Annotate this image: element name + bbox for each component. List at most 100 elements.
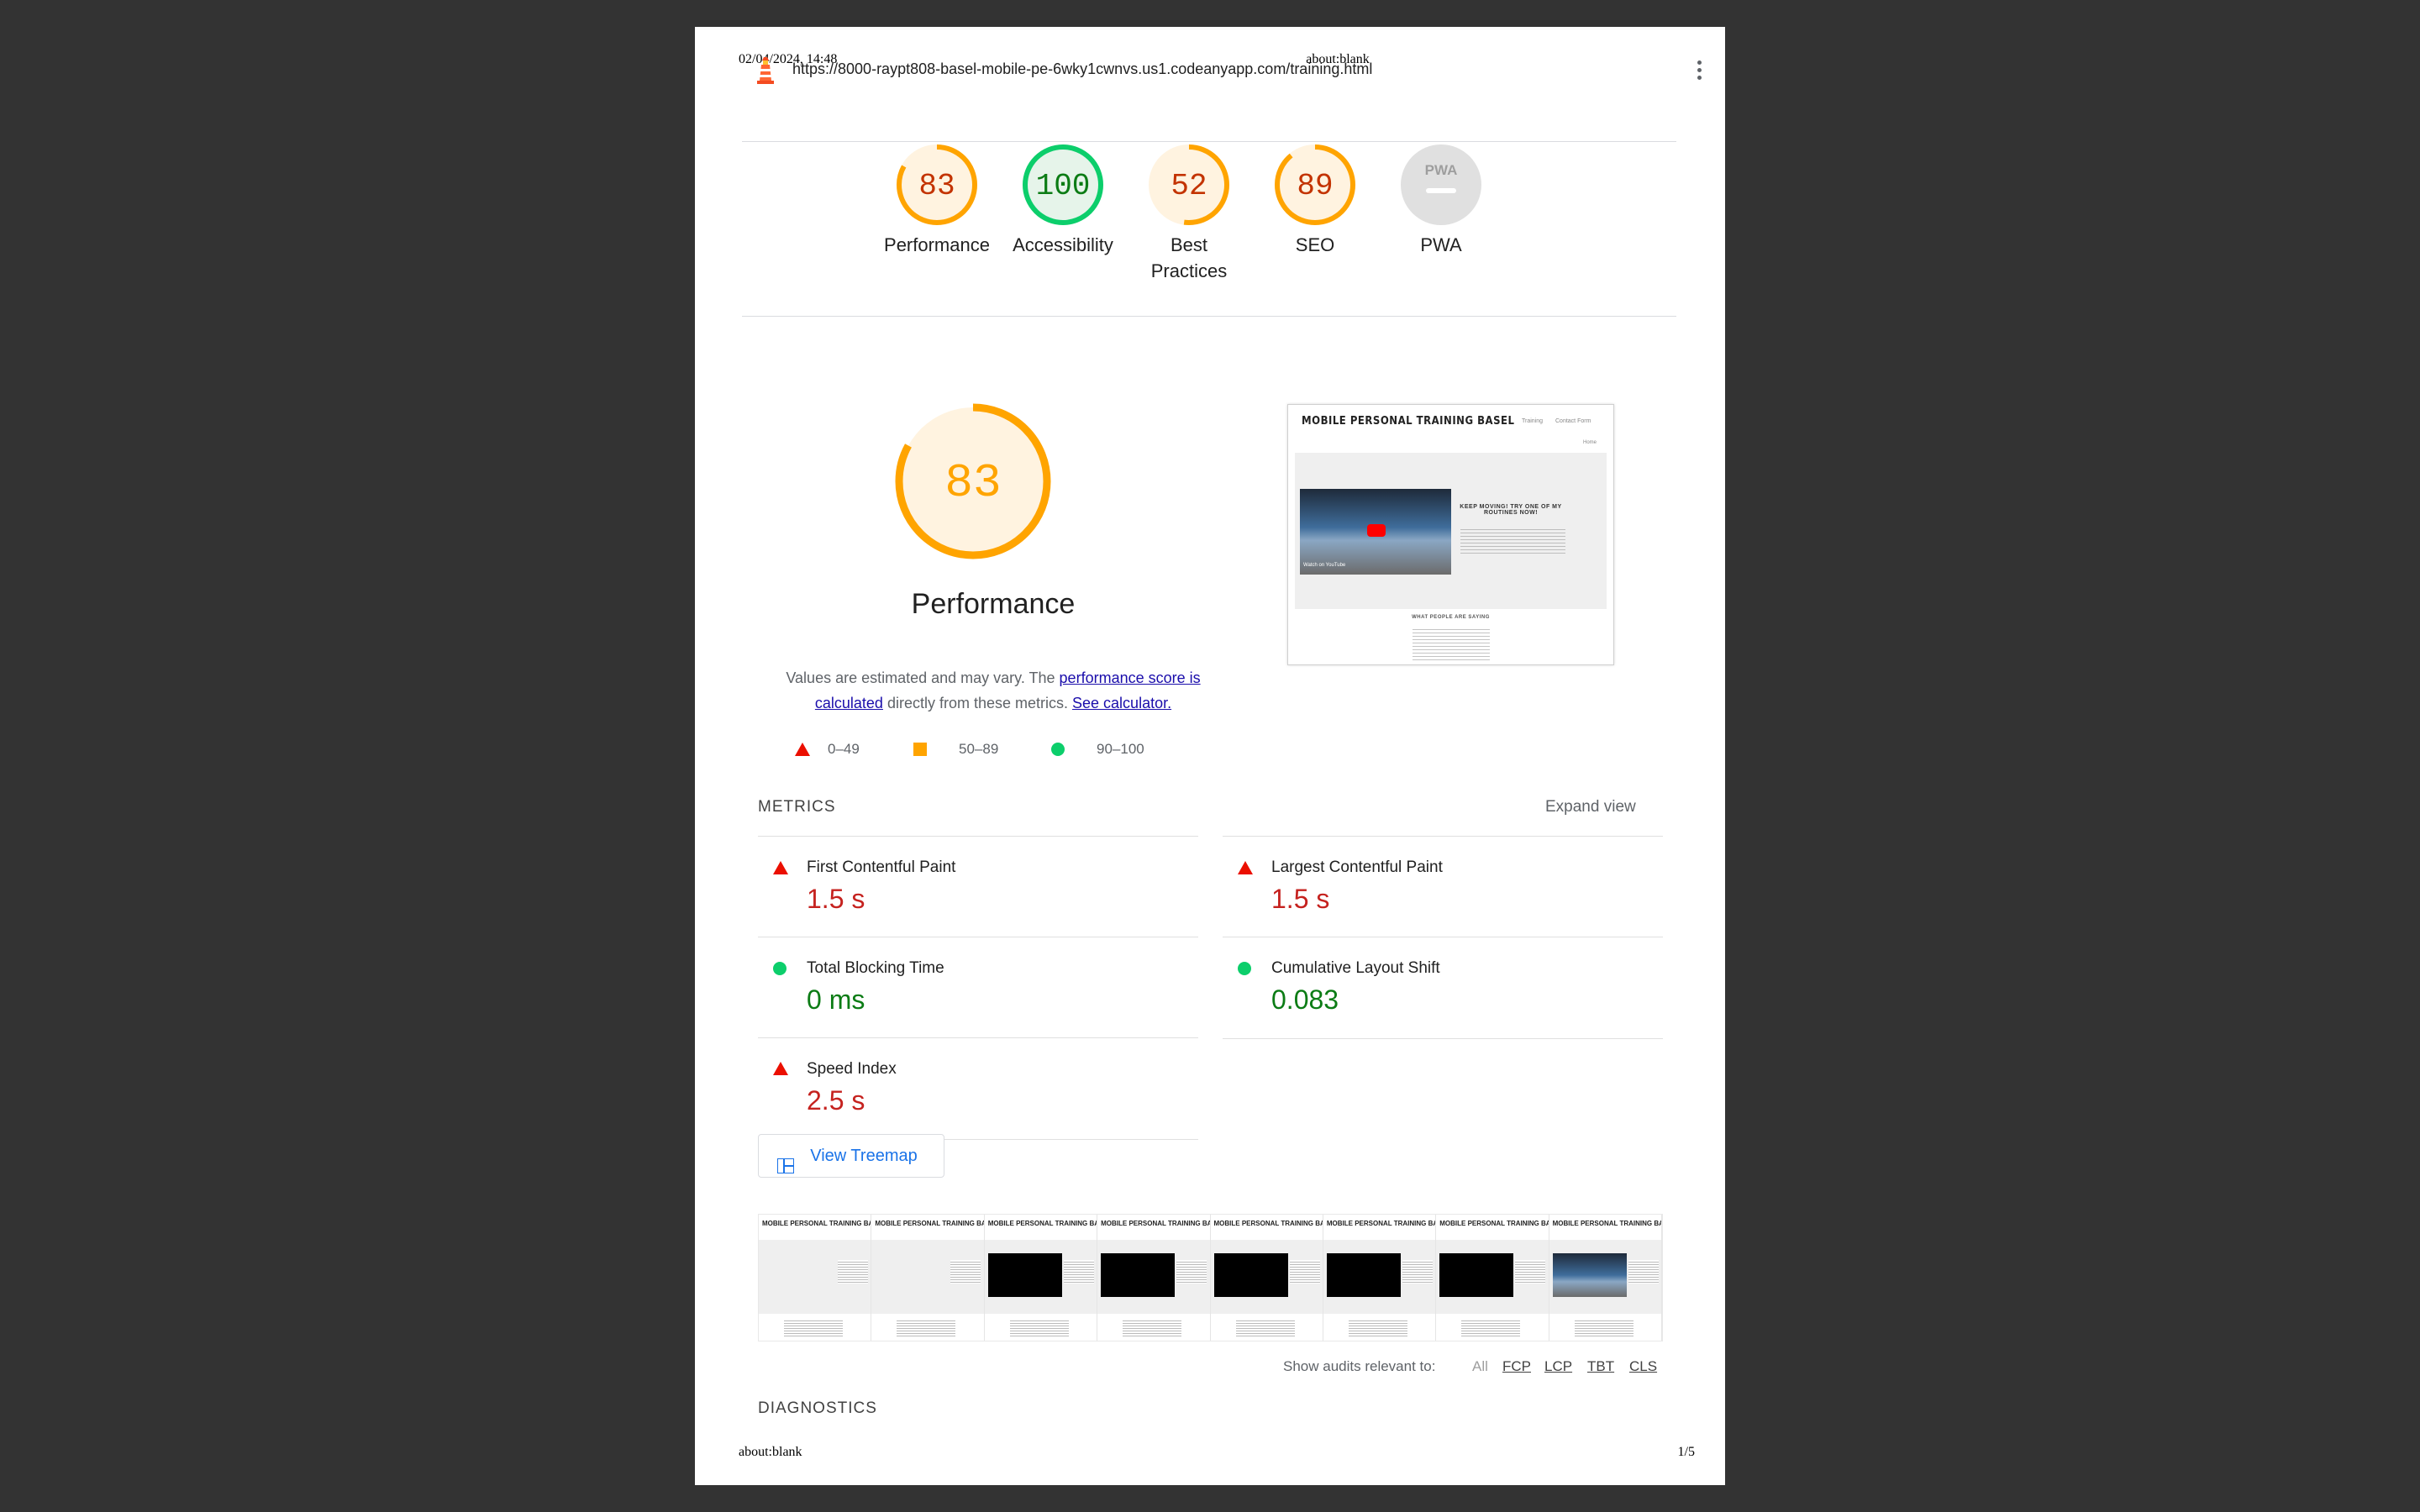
desc-text-2: directly from these metrics. [882,695,1073,711]
score-gauge-performance[interactable]: 83 Performance [874,141,1000,258]
frame-text [1063,1260,1094,1284]
metric-lcp: Largest Contentful Paint 1.5 s [1223,836,1663,937]
metric-value: 0.083 [1271,984,1339,1015]
metric-title: Largest Contentful Paint [1271,858,1443,876]
performance-gauge-large[interactable]: 83 [891,399,1055,568]
frame-text [838,1260,868,1284]
filmstrip-frame: MOBILE PERSONAL TRAINING BASEL [871,1215,985,1341]
frame-title: MOBILE PERSONAL TRAINING BASEL [1552,1220,1661,1227]
score-gauge-seo[interactable]: 89 SEO [1252,141,1378,258]
filmstrip-frame: MOBILE PERSONAL TRAINING BASEL [759,1215,872,1341]
metric-fcp: First Contentful Paint 1.5 s [758,836,1198,937]
audit-filter-label: Show audits relevant to: [1283,1358,1436,1374]
frame-text [1515,1260,1546,1284]
frame-footer-text [1574,1319,1634,1337]
metric-value: 2.5 s [807,1085,865,1116]
metric-title: Total Blocking Time [807,959,944,977]
screenshot-nav-training: Training [1522,418,1544,424]
diagnostics-header: DIAGNOSTICS [758,1399,877,1417]
performance-title: Performance [911,588,1076,620]
frame-text [1289,1260,1320,1284]
filmstrip-frame: MOBILE PERSONAL TRAINING BASEL [984,1215,1098,1341]
performance-description: Values are estimated and may vary. The p… [762,665,1224,716]
pwa-badge-icon: PWA [1425,162,1458,178]
expand-view-toggle[interactable]: Expand view [1545,798,1636,816]
screenshot-site-title: MOBILE PERSONAL TRAINING BASEL [1302,415,1515,428]
see-calculator-link[interactable]: See calculator. [1072,695,1171,711]
report-url[interactable]: https://8000-raypt808-basel-mobile-pe-6w… [792,60,1372,78]
metric-value: 0 ms [807,984,865,1015]
gauge-graphic: 89 [1275,144,1355,225]
pass-circle-icon [1238,962,1251,975]
gauge-label-line: Best [1170,234,1208,255]
metric-value: 1.5 s [807,884,865,914]
metric-speed-index: Speed Index 2.5 s [758,1037,1198,1140]
filter-chip-fcp[interactable]: FCP [1502,1358,1531,1375]
gauge-label: Performance [884,234,990,255]
filter-chip-all[interactable]: All [1472,1358,1488,1375]
filmstrip: MOBILE PERSONAL TRAINING BASELMOBILE PER… [758,1214,1663,1341]
lighthouse-icon [755,55,776,90]
gauge-label: SEO [1295,234,1335,255]
gauge-score: 89 [1297,169,1333,203]
fail-triangle-icon [773,861,788,874]
pwa-dash-icon [1426,188,1456,193]
performance-score: 83 [944,456,1001,510]
filter-chip-cls[interactable]: CLS [1629,1358,1657,1375]
legend-fail: 0–49 [828,741,860,757]
frame-footer-text [1009,1319,1069,1337]
frame-title: MOBILE PERSONAL TRAINING BASEL [1326,1220,1435,1227]
gauge-score: 83 [918,169,955,203]
gauge-background [1401,144,1481,225]
frame-title: MOBILE PERSONAL TRAINING BASEL [987,1220,1097,1227]
frame-video [1101,1253,1176,1297]
frame-title: MOBILE PERSONAL TRAINING BASEL [762,1220,871,1227]
final-screenshot[interactable]: MOBILE PERSONAL TRAINING BASEL Training … [1287,404,1614,665]
view-treemap-button[interactable]: View Treemap [758,1134,944,1178]
frame-video [1326,1253,1401,1297]
metric-title: Cumulative Layout Shift [1271,959,1440,977]
average-square-icon [913,743,927,756]
score-gauge-best-practices[interactable]: 52 Best Practices [1126,141,1252,284]
filmstrip-frame: MOBILE PERSONAL TRAINING BASEL [1210,1215,1323,1341]
gauge-label-line: Practices [1150,260,1228,281]
pass-circle-icon [773,962,786,975]
screenshot-nav-home: Home [1583,440,1597,445]
fail-triangle-icon [773,1062,788,1075]
score-gauge-pwa[interactable]: PWA PWA [1378,141,1504,258]
filter-chip-lcp[interactable]: LCP [1544,1358,1572,1375]
frame-footer-text [1461,1319,1521,1337]
frame-title: MOBILE PERSONAL TRAINING BASEL [1101,1220,1209,1227]
metric-tbt: Total Blocking Time 0 ms [758,937,1198,1038]
screenshot-paragraph [1460,527,1565,555]
gauge-score: 52 [1171,169,1207,203]
treemap-icon [776,1147,795,1174]
frame-title: MOBILE PERSONAL TRAINING BASEL [1213,1220,1323,1227]
score-gauge-accessibility[interactable]: 100 Accessibility [1000,141,1126,258]
screenshot-heading: KEEP MOVING! TRY ONE OF MY ROUTINES NOW! [1460,504,1562,516]
frame-footer-text [1348,1319,1407,1337]
frame-footer-text [897,1319,956,1337]
divider [742,316,1676,317]
screenshot-nav-contact: Contact Form [1555,418,1591,424]
metric-cls: Cumulative Layout Shift 0.083 [1223,937,1663,1039]
frame-footer-text [784,1319,843,1337]
screenshot-video: Watch on YouTube [1300,489,1451,575]
filmstrip-frame: MOBILE PERSONAL TRAINING BASEL [1097,1215,1211,1341]
screenshot-section-title: WHAT PEOPLE ARE SAYING [1412,615,1490,620]
frame-video [1439,1253,1514,1297]
filmstrip-frame: MOBILE PERSONAL TRAINING BASEL [1549,1215,1662,1341]
gauge-label: Best Practices [1126,232,1252,284]
view-treemap-label: View Treemap [810,1147,918,1165]
watch-on-youtube: Watch on YouTube [1303,563,1346,568]
filter-chip-tbt[interactable]: TBT [1587,1358,1614,1375]
frame-footer-text [1123,1319,1182,1337]
more-options-icon[interactable] [1689,60,1709,86]
frame-text [1628,1260,1659,1284]
gauge-graphic: 52 [1149,144,1229,225]
print-page-number: 1/5 [1677,1445,1695,1459]
filmstrip-frame: MOBILE PERSONAL TRAINING BASEL [1323,1215,1437,1341]
gauge-label: PWA [1420,234,1462,255]
youtube-play-icon [1367,524,1386,537]
frame-title: MOBILE PERSONAL TRAINING BASEL [875,1220,983,1227]
